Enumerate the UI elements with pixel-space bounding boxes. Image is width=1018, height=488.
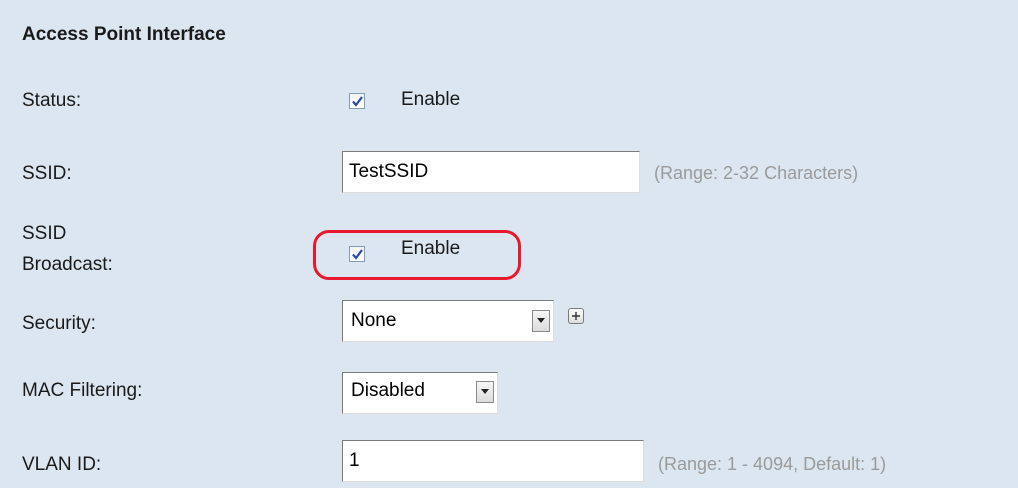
ssid-broadcast-label-line1: SSID xyxy=(22,223,67,244)
vlan-id-label: VLAN ID: xyxy=(22,454,102,475)
mac-filtering-label: MAC Filtering: xyxy=(22,380,143,401)
vlan-id-range-hint: (Range: 1 - 4094, Default: 1) xyxy=(658,454,887,474)
vlan-id-input[interactable] xyxy=(342,440,644,482)
security-selected-value: None xyxy=(351,310,397,331)
security-label: Security: xyxy=(22,313,96,334)
status-label: Status: xyxy=(22,90,82,111)
mac-filtering-selected-value: Disabled xyxy=(351,380,425,401)
section-title: Access Point Interface xyxy=(22,24,226,45)
plus-icon[interactable] xyxy=(568,308,584,324)
ssid-input[interactable] xyxy=(342,151,640,193)
dropdown-arrow-icon[interactable] xyxy=(476,381,494,403)
mac-filtering-select[interactable]: Disabled xyxy=(342,372,498,414)
access-point-interface-panel: Access Point Interface Status: Enable SS… xyxy=(0,0,1018,488)
security-select[interactable]: None xyxy=(342,300,554,342)
dropdown-arrow-icon[interactable] xyxy=(532,310,550,332)
ssid-label: SSID: xyxy=(22,163,72,184)
ssid-range-hint: (Range: 2-32 Characters) xyxy=(654,163,859,183)
status-enable-checkbox[interactable] xyxy=(349,93,365,109)
status-enable-label[interactable]: Enable xyxy=(401,89,460,111)
checkmark-icon xyxy=(352,96,363,107)
highlight-annotation xyxy=(313,230,521,280)
ssid-broadcast-label-line2: Broadcast: xyxy=(22,254,113,275)
